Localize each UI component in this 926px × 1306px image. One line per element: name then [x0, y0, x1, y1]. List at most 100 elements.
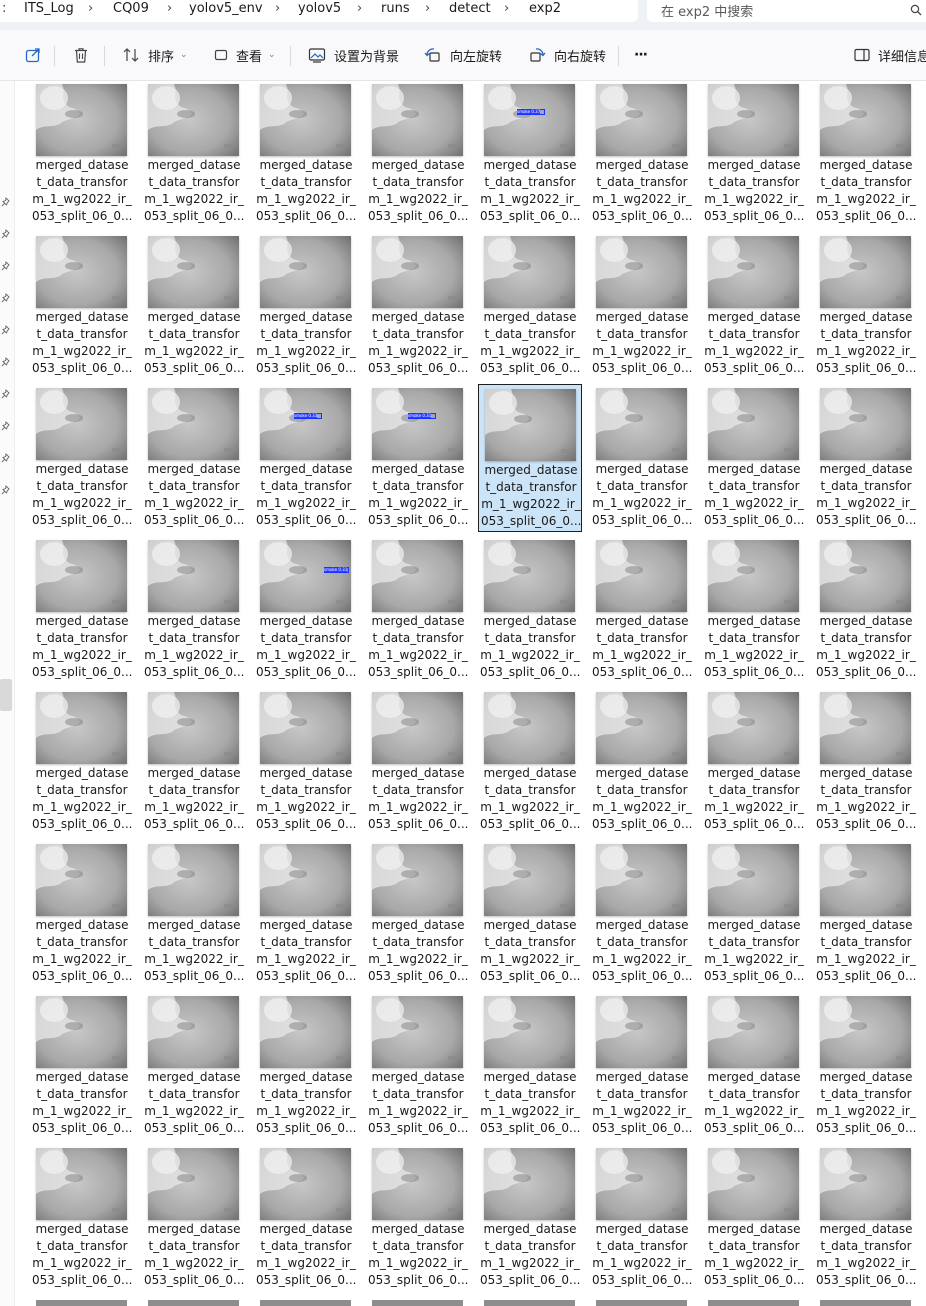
- file-tile[interactable]: merged_datase t_data_transfor m_1_wg2022_i…: [814, 536, 918, 684]
- file-tile[interactable]: merged_datase t_data_transfor m_1_wg2022_i…: [30, 384, 134, 532]
- pin-icon[interactable]: [1, 389, 11, 399]
- file-tile[interactable]: merged_datase t_data_transfor m_1_wg2022_i…: [702, 1144, 806, 1292]
- image-thumbnail[interactable]: [36, 1300, 127, 1306]
- file-tile[interactable]: merged_datase t_data_transfor m_1_wg2022_i…: [366, 536, 470, 684]
- file-tile[interactable]: merged_datase t_data_transfor m_1_wg2022_i…: [254, 1144, 358, 1292]
- file-tile[interactable]: merged_datase t_data_transfor m_1_wg2022_i…: [366, 80, 470, 228]
- file-tile[interactable]: merged_datase t_data_transfor m_1_wg2022_i…: [254, 688, 358, 836]
- file-tile[interactable]: merged_datase t_data_transfor m_1_wg2022_i…: [30, 232, 134, 380]
- pin-icon[interactable]: [1, 357, 11, 367]
- file-tile[interactable]: merged_datase t_data_transfor m_1_wg2022_i…: [590, 384, 694, 532]
- file-tile[interactable]: merged_datase t_data_transfor m_1_wg2022_i…: [30, 840, 134, 988]
- pin-icon[interactable]: [1, 229, 11, 239]
- file-tile[interactable]: merged_datase t_data_transfor m_1_wg2022_i…: [478, 992, 582, 1140]
- pin-icon[interactable]: [1, 453, 11, 463]
- navigation-pane-edge[interactable]: [0, 81, 15, 1306]
- file-tile[interactable]: merged_datase t_data_transfor m_1_wg2022_i…: [30, 80, 134, 228]
- file-tile[interactable]: merged_datase t_data_transfor m_1_wg2022_i…: [478, 232, 582, 380]
- file-tile[interactable]: merged_datase t_data_transfor m_1_wg2022_i…: [366, 1144, 470, 1292]
- file-tile[interactable]: merged_datase t_data_transfor m_1_wg2022_i…: [590, 232, 694, 380]
- image-thumbnail[interactable]: [260, 1300, 351, 1306]
- file-tile[interactable]: merged_datase t_data_transfor m_1_wg2022_i…: [142, 232, 246, 380]
- breadcrumb-item[interactable]: ITS_Log: [24, 1, 74, 16]
- chevron-right-icon[interactable]: ›: [88, 1, 93, 16]
- file-tile[interactable]: merged_datase t_data_transfor m_1_wg2022_i…: [142, 840, 246, 988]
- chevron-right-icon[interactable]: ›: [504, 1, 509, 16]
- search-icon[interactable]: [910, 4, 922, 16]
- file-tile[interactable]: merged_datase t_data_transfor m_1_wg2022_i…: [366, 992, 470, 1140]
- file-tile[interactable]: merged_datase t_data_transfor m_1_wg2022_i…: [702, 536, 806, 684]
- chevron-right-icon[interactable]: ›: [275, 1, 280, 16]
- image-thumbnail[interactable]: [372, 1300, 463, 1306]
- file-tile[interactable]: merged_datase t_data_transfor m_1_wg2022_i…: [254, 80, 358, 228]
- pin-icon[interactable]: [1, 261, 11, 271]
- search-input[interactable]: 在 exp2 中搜索: [647, 0, 926, 22]
- chevron-left-icon[interactable]: :: [2, 1, 6, 16]
- breadcrumb-item[interactable]: runs: [381, 1, 410, 16]
- file-tile[interactable]: merged_datase t_data_transfor m_1_wg2022_i…: [366, 688, 470, 836]
- image-thumbnail[interactable]: [708, 1300, 799, 1306]
- file-tile[interactable]: merged_datase t_data_transfor m_1_wg2022_i…: [254, 992, 358, 1140]
- file-tile[interactable]: merged_datase t_data_transfor m_1_wg2022_i…: [814, 1144, 918, 1292]
- file-tile[interactable]: merged_datase t_data_transfor m_1_wg2022_i…: [702, 80, 806, 228]
- breadcrumb-item[interactable]: yolov5: [298, 1, 341, 16]
- pin-icon[interactable]: [1, 485, 11, 495]
- pin-icon[interactable]: [1, 325, 11, 335]
- file-tile[interactable]: merged_datase t_data_transfor m_1_wg2022_i…: [254, 840, 358, 988]
- file-tile[interactable]: merged_datase t_data_transfor m_1_wg2022_i…: [814, 232, 918, 380]
- delete-button[interactable]: [72, 44, 90, 66]
- image-thumbnail[interactable]: [820, 1300, 911, 1306]
- file-tile[interactable]: merged_datase t_data_transfor m_1_wg2022_i…: [366, 232, 470, 380]
- breadcrumb[interactable]: ITS_Log CQ09 yolov5_env yolov5 runs detect exp…: [0, 0, 638, 22]
- pin-icon[interactable]: [1, 197, 11, 207]
- file-tile[interactable]: merged_datase t_data_transfor m_1_wg2022_i…: [702, 688, 806, 836]
- file-tile[interactable]: merged_datase t_data_transfor m_1_wg2022_i…: [814, 688, 918, 836]
- file-tile[interactable]: merged_datase t_data_transfor m_1_wg2022_i…: [366, 840, 470, 988]
- file-tile[interactable]: merged_datase t_data_transfor m_1_wg2022_i…: [142, 992, 246, 1140]
- view-button[interactable]: 查看 ⌄: [214, 44, 276, 66]
- image-thumbnail[interactable]: [484, 1300, 575, 1306]
- rotate-left-button[interactable]: 向左旋转: [424, 44, 502, 66]
- breadcrumb-item[interactable]: exp2: [529, 1, 561, 16]
- file-tile[interactable]: merged_datase t_data_transfor m_1_wg2022_i…: [478, 688, 582, 836]
- file-tile[interactable]: merged_datase t_data_transfor m_1_wg2022_i…: [478, 536, 582, 684]
- file-tile[interactable]: merged_datase t_data_transfor m_1_wg2022_i…: [702, 840, 806, 988]
- file-tile[interactable]: merged_datase t_data_transfor m_1_wg2022_i…: [814, 992, 918, 1140]
- file-tile[interactable]: merged_datase t_data_transfor m_1_wg2022_i…: [590, 992, 694, 1140]
- file-tile[interactable]: merged_datase t_data_transfor m_1_wg2022_i…: [30, 1144, 134, 1292]
- rotate-right-button[interactable]: 向右旋转: [528, 44, 606, 66]
- more-options-button[interactable]: ···: [634, 44, 648, 66]
- details-pane-button[interactable]: 详细信息: [854, 44, 926, 66]
- file-tile[interactable]: merged_datase t_data_transfor m_1_wg2022_i…: [814, 384, 918, 532]
- file-tile[interactable]: merged_datase t_data_transfor m_1_wg2022_i…: [30, 688, 134, 836]
- file-tile[interactable]: merged_datase t_data_transfor m_1_wg2022_i…: [478, 1144, 582, 1292]
- pin-icon[interactable]: [1, 421, 11, 431]
- file-tile[interactable]: merged_datase t_data_transfor m_1_wg2022_i…: [702, 384, 806, 532]
- file-tile[interactable]: merged_datase t_data_transfor m_1_wg2022_i…: [30, 536, 134, 684]
- file-tile[interactable]: merged_datase t_data_transfor m_1_wg2022_i…: [478, 384, 582, 532]
- sort-button[interactable]: 排序 ⌄: [122, 44, 188, 66]
- breadcrumb-item[interactable]: detect: [449, 1, 491, 16]
- pin-icon[interactable]: [1, 293, 11, 303]
- file-tile[interactable]: smoke 0.31 merged_datase t_data_transfor m_…: [366, 384, 470, 532]
- breadcrumb-item[interactable]: yolov5_env: [189, 1, 263, 16]
- image-thumbnail[interactable]: [596, 1300, 687, 1306]
- breadcrumb-item[interactable]: CQ09: [113, 1, 149, 16]
- file-tile[interactable]: merged_datase t_data_transfor m_1_wg2022_i…: [142, 80, 246, 228]
- file-tile[interactable]: merged_datase t_data_transfor m_1_wg2022_i…: [814, 80, 918, 228]
- file-tile[interactable]: merged_datase t_data_transfor m_1_wg2022_i…: [590, 840, 694, 988]
- file-tile[interactable]: merged_datase t_data_transfor m_1_wg2022_i…: [142, 384, 246, 532]
- share-button[interactable]: [24, 44, 42, 66]
- file-tile[interactable]: merged_datase t_data_transfor m_1_wg2022_i…: [590, 80, 694, 228]
- file-tile[interactable]: smoke 0.31 merged_datase t_data_transfor m_…: [254, 536, 358, 684]
- file-tile[interactable]: merged_datase t_data_transfor m_1_wg2022_i…: [30, 992, 134, 1140]
- file-tile[interactable]: merged_datase t_data_transfor m_1_wg2022_i…: [142, 688, 246, 836]
- file-tile[interactable]: smoke 0.37 merged_datase t_data_transfor m_…: [478, 80, 582, 228]
- file-tile[interactable]: merged_datase t_data_transfor m_1_wg2022_i…: [142, 536, 246, 684]
- file-tile[interactable]: merged_datase t_data_transfor m_1_wg2022_i…: [814, 840, 918, 988]
- chevron-right-icon[interactable]: ›: [167, 1, 172, 16]
- chevron-right-icon[interactable]: ›: [357, 1, 362, 16]
- chevron-right-icon[interactable]: ›: [425, 1, 430, 16]
- file-tile[interactable]: merged_datase t_data_transfor m_1_wg2022_i…: [254, 232, 358, 380]
- file-tile[interactable]: merged_datase t_data_transfor m_1_wg2022_i…: [590, 1144, 694, 1292]
